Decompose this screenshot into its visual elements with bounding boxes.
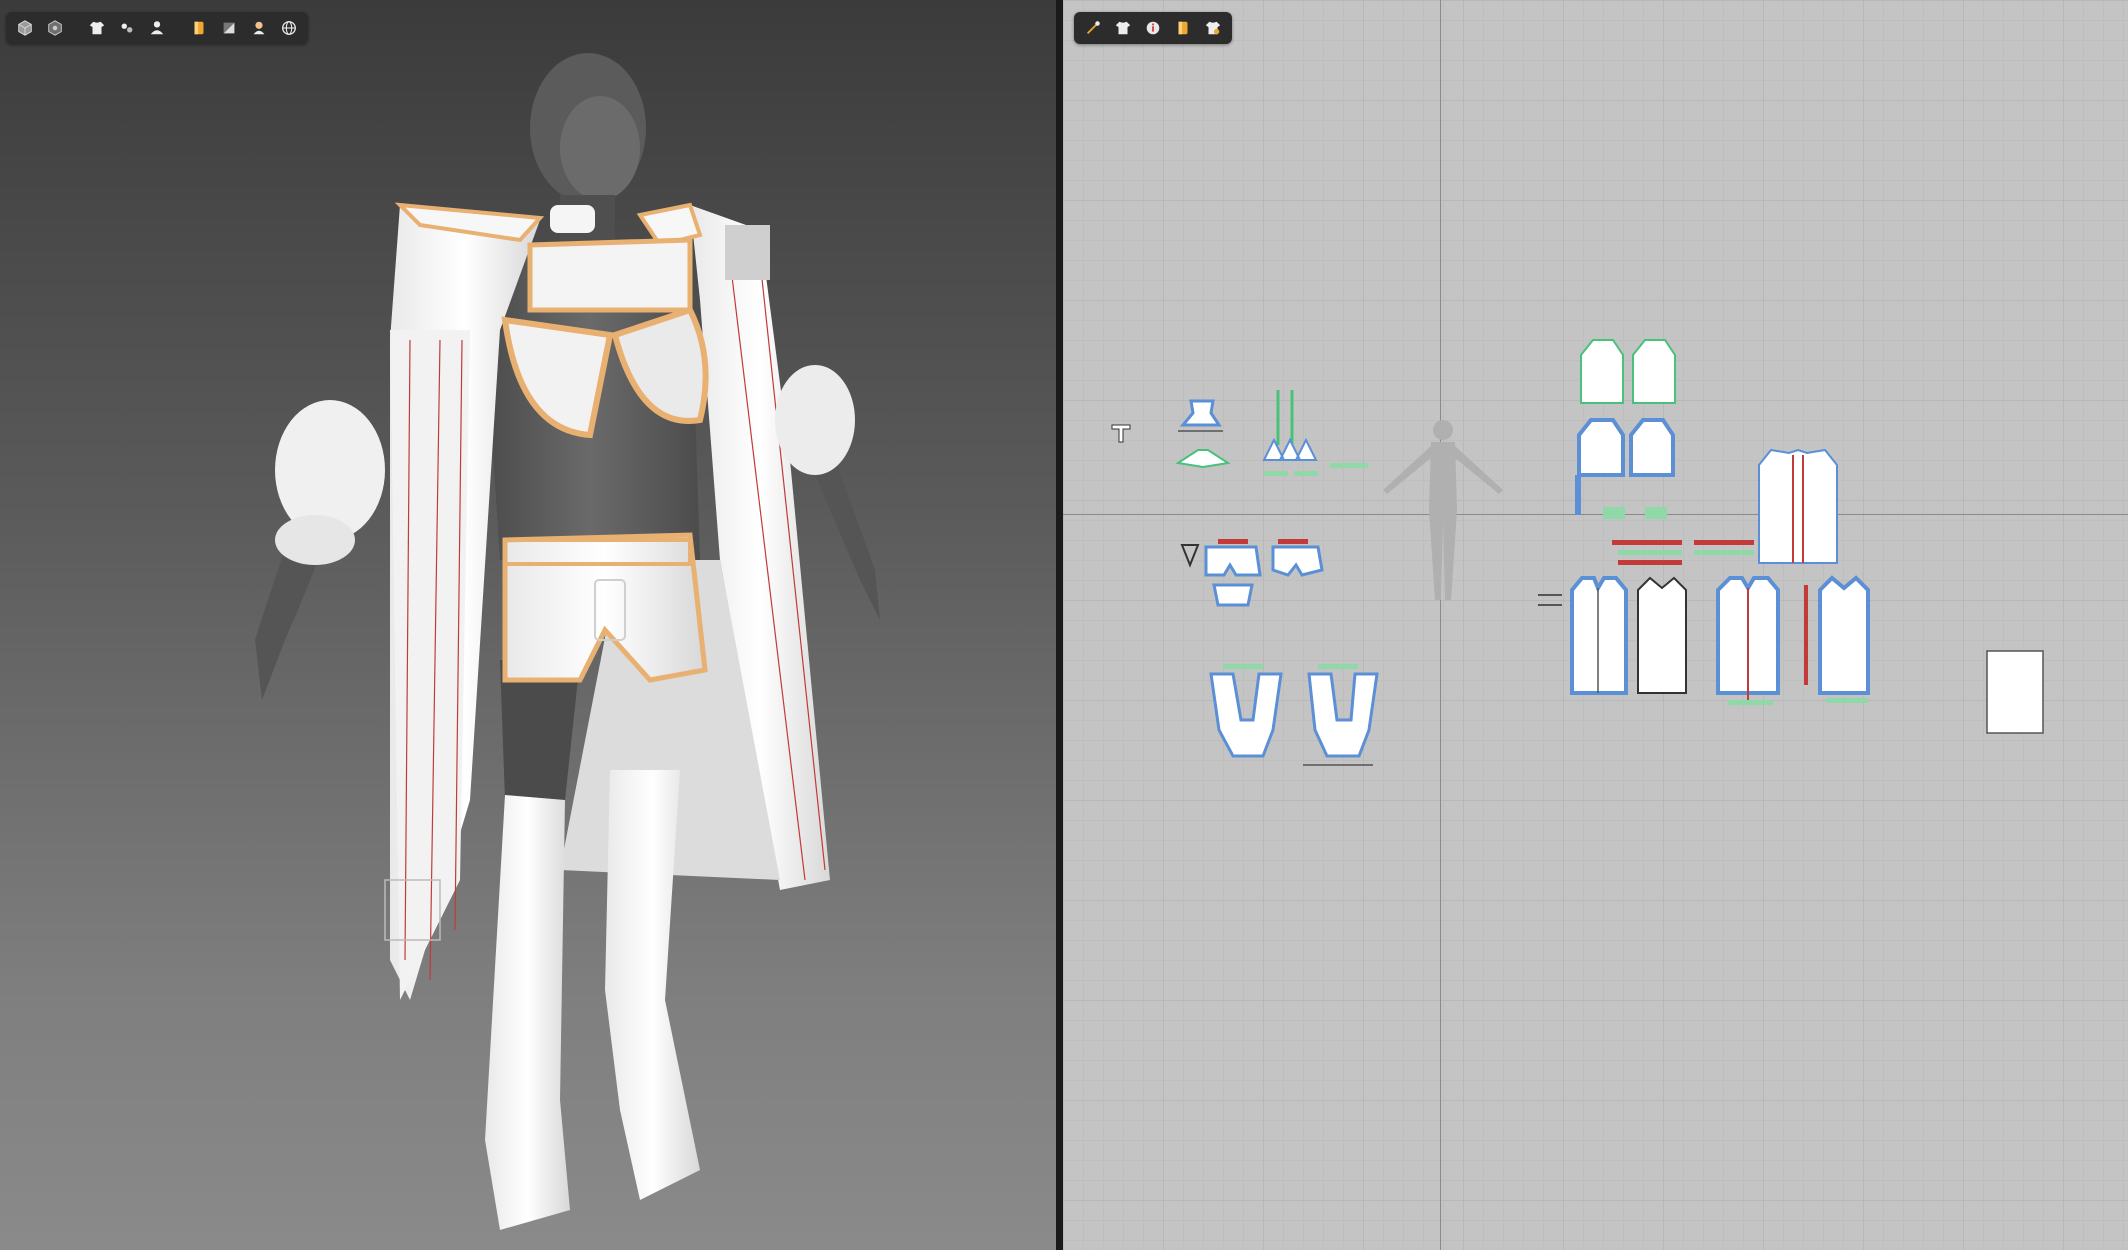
pattern-piece-shorts[interactable]	[1178, 525, 1358, 625]
info-icon[interactable]	[1140, 15, 1166, 41]
viewport-3d[interactable]	[0, 0, 1056, 1250]
pattern-piece-plackets[interactable]	[1608, 535, 1758, 570]
pattern-piece-tab[interactable]	[1108, 420, 1138, 450]
pattern-piece-top-front[interactable]	[1173, 395, 1233, 475]
pattern-piece-boots[interactable]	[1203, 660, 1393, 775]
viewport-2d[interactable]	[1063, 0, 2128, 1250]
pin-tool-icon[interactable]	[1080, 15, 1106, 41]
viewport-divider[interactable]	[1056, 0, 1063, 1250]
avatar-silhouette	[1383, 420, 1503, 600]
pattern-piece-coat-body[interactable]	[1538, 570, 1988, 715]
avatar-scene[interactable]	[0, 0, 1056, 1250]
vertical-axis	[1440, 0, 1441, 1250]
reset-garment-icon[interactable]	[1200, 15, 1226, 41]
fabric-icon[interactable]	[1170, 15, 1196, 41]
pattern-piece-coat-back[interactable]	[1753, 445, 1843, 570]
garment-icon[interactable]	[1110, 15, 1136, 41]
toolbar-2d	[1074, 12, 1232, 44]
pattern-piece-coat-sleeves[interactable]	[1573, 335, 1693, 525]
pattern-piece-halter[interactable]	[1258, 385, 1368, 485]
pattern-piece-blank[interactable]	[1986, 650, 2044, 734]
